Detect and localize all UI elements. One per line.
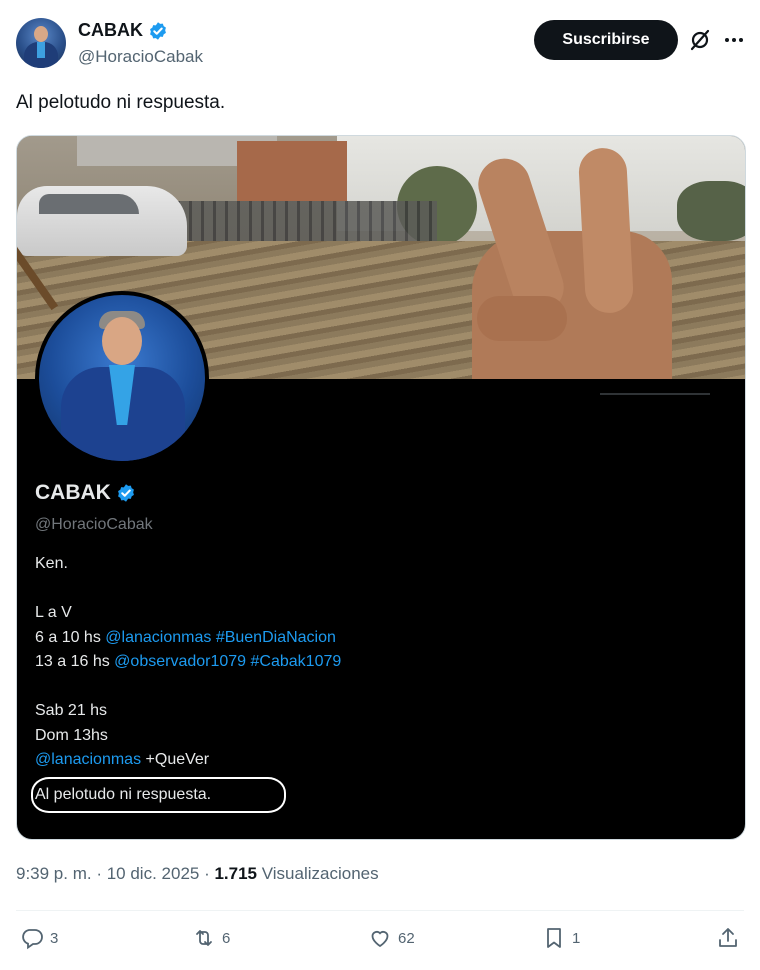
views-label: Visualizaciones bbox=[261, 864, 379, 883]
bio-text: 13 a 16 hs bbox=[35, 653, 115, 670]
author-display-name[interactable]: CABAK bbox=[78, 20, 143, 41]
bio-mention-link: @observador1079 bbox=[114, 653, 247, 670]
bio-text: +QueVer bbox=[141, 751, 210, 768]
bio-line: @lanacionmas +QueVer bbox=[35, 748, 341, 773]
bio-line: Sab 21 hs bbox=[35, 702, 108, 719]
profile-display-name: CABAK bbox=[35, 481, 111, 504]
author-handle[interactable]: @HoracioCabak bbox=[78, 47, 203, 67]
profile-handle: @HoracioCabak bbox=[35, 516, 153, 533]
divider bbox=[16, 910, 744, 911]
bio-mention-link: @lanacionmas bbox=[35, 751, 142, 768]
bio-mention-link: @lanacionmas bbox=[105, 628, 212, 646]
tweet-time[interactable]: 9:39 p. m. bbox=[16, 864, 92, 883]
reply-icon bbox=[22, 929, 43, 950]
tweet-actions: 3 6 62 1 bbox=[16, 926, 744, 958]
repost-button[interactable]: 6 bbox=[192, 926, 230, 950]
heart-icon bbox=[371, 930, 389, 948]
bio-hashtag-link: #BuenDiaNacion bbox=[215, 628, 336, 646]
bookmark-button[interactable]: 1 bbox=[542, 926, 580, 950]
profile-info: CABAK @HoracioCabak Ken. L a V 6 a 10 hs… bbox=[31, 481, 341, 813]
meta-separator: · bbox=[91, 864, 107, 883]
repost-count: 6 bbox=[222, 929, 231, 947]
tweet-media-image[interactable]: CABAK @HoracioCabak Ken. L a V 6 a 10 hs… bbox=[16, 135, 746, 840]
grok-icon[interactable] bbox=[688, 28, 712, 52]
hand-drawn-circle bbox=[31, 776, 286, 813]
verified-badge-icon bbox=[150, 21, 166, 40]
like-count: 62 bbox=[398, 929, 415, 947]
verified-badge-icon bbox=[117, 484, 134, 502]
bio-hashtag-link: #Cabak1079 bbox=[250, 653, 342, 670]
share-button[interactable] bbox=[716, 926, 740, 950]
reply-button[interactable]: 3 bbox=[20, 926, 58, 950]
share-icon bbox=[719, 928, 737, 947]
tweet-text: Al pelotudo ni respuesta. bbox=[16, 92, 226, 113]
reply-count: 3 bbox=[50, 929, 59, 947]
meta-separator: · bbox=[199, 864, 215, 883]
repost-icon bbox=[196, 930, 212, 946]
bookmark-icon bbox=[547, 928, 561, 948]
views-count: 1.715 bbox=[214, 864, 258, 883]
author-name-row: CABAK bbox=[78, 20, 168, 41]
bio-line: Ken. bbox=[35, 555, 68, 572]
more-icon[interactable] bbox=[722, 28, 746, 52]
banner-divider bbox=[600, 393, 710, 395]
bio-highlighted-line: Al pelotudo ni respuesta. bbox=[31, 776, 341, 813]
author-avatar[interactable] bbox=[16, 18, 66, 68]
bio-line: Dom 13hs bbox=[35, 726, 108, 744]
bio-line: 6 a 10 hs @lanacionmas #BuenDiaNacion bbox=[35, 626, 341, 651]
bio-text: 6 a 10 hs bbox=[35, 628, 106, 646]
profile-avatar bbox=[35, 291, 209, 465]
subscribe-button[interactable]: Suscribirse bbox=[534, 20, 678, 60]
bookmark-count: 1 bbox=[572, 929, 581, 947]
tweet-date[interactable]: 10 dic. 2025 bbox=[107, 864, 200, 883]
bio-line: L a V bbox=[35, 604, 72, 621]
bio-line: 13 a 16 hs @observador1079 #Cabak1079 bbox=[35, 650, 341, 675]
profile-bio: Ken. L a V 6 a 10 hs @lanacionmas #BuenD… bbox=[31, 552, 341, 813]
like-button[interactable]: 62 bbox=[368, 926, 415, 950]
profile-name-row: CABAK bbox=[35, 481, 341, 505]
tweet-meta: 9:39 p. m. · 10 dic. 2025 · 1.715 Visual… bbox=[16, 864, 379, 884]
tweet-header: CABAK @HoracioCabak Suscribirse bbox=[16, 18, 744, 74]
